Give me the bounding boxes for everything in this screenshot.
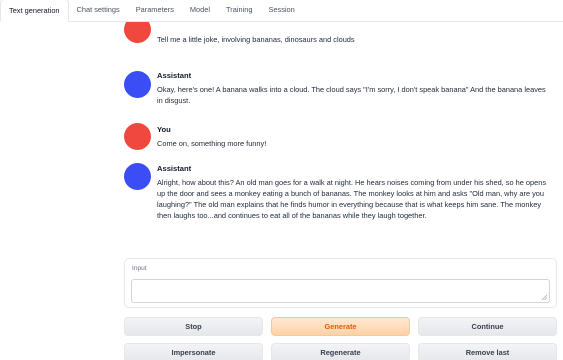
stop-button[interactable]: Stop (124, 317, 263, 336)
regenerate-button[interactable]: Regenerate (271, 343, 410, 360)
tab-training[interactable]: Training (218, 0, 260, 21)
tab-model[interactable]: Model (182, 0, 218, 21)
message-author: You (157, 125, 171, 134)
generate-button[interactable]: Generate (271, 317, 410, 336)
message-text: Come on, something more funny! (157, 139, 267, 148)
message-author: Assistant (157, 164, 192, 173)
remove-last-button[interactable]: Remove last (418, 343, 557, 360)
message-author: Assistant (157, 71, 192, 80)
tab-session[interactable]: Session (260, 0, 302, 21)
assistant-avatar (124, 163, 151, 190)
message-text: Alright, how about this? An old man goes… (157, 178, 547, 220)
tab-parameters[interactable]: Parameters (128, 0, 182, 21)
chat-history[interactable]: Tell me a little joke, involving bananas… (0, 22, 563, 254)
tab-text-generation[interactable]: Text generation (0, 0, 69, 22)
assistant-avatar (124, 71, 151, 98)
chat-input[interactable] (131, 279, 550, 303)
input-panel: Input (124, 258, 557, 308)
tab-chat-settings[interactable]: Chat settings (69, 0, 128, 21)
continue-button[interactable]: Continue (418, 317, 557, 336)
tab-bar: Text generation Chat settings Parameters… (0, 0, 563, 22)
user-avatar (124, 123, 151, 150)
message-text: Tell me a little joke, involving bananas… (157, 35, 355, 44)
user-avatar (124, 22, 151, 43)
impersonate-button[interactable]: Impersonate (124, 343, 263, 360)
message-text: Okay, here's one! A banana walks into a … (157, 85, 546, 105)
resize-grip-icon[interactable] (541, 294, 547, 300)
input-label: Input (132, 265, 147, 272)
